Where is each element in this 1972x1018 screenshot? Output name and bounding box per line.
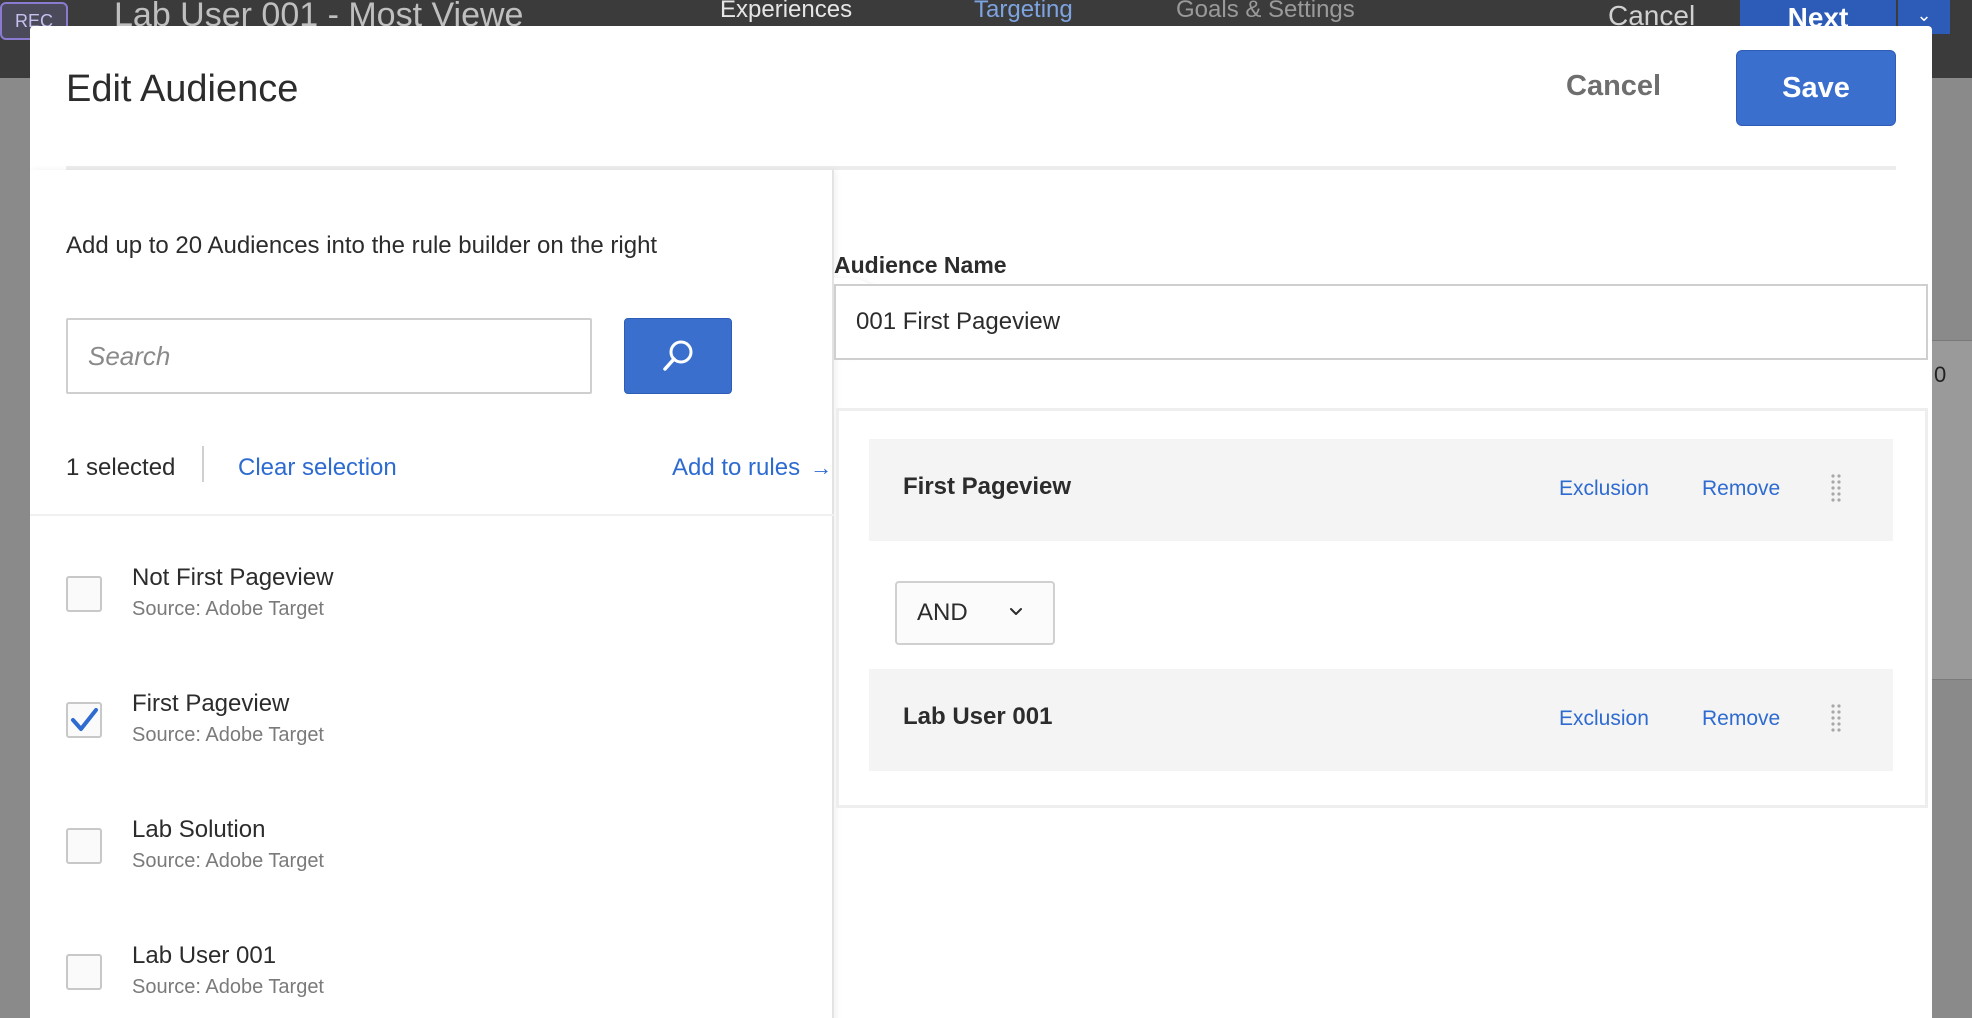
- edit-audience-modal: Edit Audience Cancel Save Add up to 20 A…: [30, 26, 1932, 1018]
- audience-list-item[interactable]: Lab Solution Source: Adobe Target: [30, 808, 834, 908]
- add-to-rules-link[interactable]: Add to rules →: [672, 454, 832, 482]
- background-edge-digit: 0: [1934, 362, 1947, 387]
- rule-card: Lab User 001 Exclusion Remove: [869, 669, 1893, 771]
- audience-source: Source: Adobe Target: [132, 850, 324, 872]
- remove-link[interactable]: Remove: [1702, 477, 1780, 501]
- rule-builder: First Pageview Exclusion Remove AND Lab …: [836, 408, 1928, 808]
- exclusion-link[interactable]: Exclusion: [1559, 477, 1649, 501]
- tab-goals-settings[interactable]: Goals & Settings: [1176, 0, 1355, 24]
- tab-targeting[interactable]: Targeting: [974, 0, 1073, 24]
- cancel-button[interactable]: Cancel: [1566, 70, 1661, 103]
- audience-name: Lab User 001: [132, 942, 277, 969]
- audience-name: Lab Solution: [132, 816, 266, 843]
- background-panel-edge: [1932, 340, 1972, 680]
- operator-select[interactable]: AND: [895, 581, 1055, 645]
- selection-divider: [202, 446, 204, 482]
- add-to-rules-label: Add to rules: [672, 454, 801, 481]
- search-icon: [663, 340, 693, 371]
- library-hint: Add up to 20 Audiences into the rule bui…: [66, 232, 658, 259]
- audience-source: Source: Adobe Target: [132, 976, 324, 998]
- rule-name: Lab User 001: [903, 703, 1053, 730]
- selected-count: 1 selected: [66, 454, 176, 481]
- rule-card: First Pageview Exclusion Remove: [869, 439, 1893, 541]
- drag-handle-icon[interactable]: [1829, 473, 1843, 505]
- selection-bar: 1 selected Clear selection Add to rules →: [30, 426, 834, 516]
- audience-list-item[interactable]: Lab User 001 Source: Adobe Target: [30, 934, 834, 1018]
- remove-link[interactable]: Remove: [1702, 707, 1780, 731]
- tab-experiences[interactable]: Experiences: [720, 0, 852, 24]
- audience-checkbox[interactable]: [66, 954, 102, 990]
- checkmark-icon: [71, 708, 98, 731]
- audience-library-panel: Add up to 20 Audiences into the rule bui…: [30, 170, 834, 1018]
- audience-source: Source: Adobe Target: [132, 724, 324, 746]
- operator-value: AND: [917, 599, 968, 626]
- audience-checkbox[interactable]: [66, 828, 102, 864]
- audience-name: First Pageview: [132, 690, 290, 717]
- save-button[interactable]: Save: [1736, 50, 1896, 126]
- modal-title: Edit Audience: [66, 68, 299, 110]
- rule-name: First Pageview: [903, 473, 1072, 500]
- clear-selection-link[interactable]: Clear selection: [238, 454, 397, 482]
- arrow-right-icon: →: [810, 455, 833, 480]
- audience-name-label: Audience Name: [834, 252, 1007, 278]
- audience-name-input[interactable]: [834, 284, 1928, 360]
- search-input[interactable]: [66, 318, 592, 394]
- audience-name: Not First Pageview: [132, 564, 334, 591]
- audience-checkbox[interactable]: [66, 576, 102, 612]
- audience-source: Source: Adobe Target: [132, 598, 324, 620]
- drag-handle-icon[interactable]: [1829, 703, 1843, 735]
- chevron-down-icon: [1010, 608, 1022, 615]
- audience-list-item[interactable]: First Pageview Source: Adobe Target: [30, 682, 834, 782]
- audience-checkbox[interactable]: [66, 702, 102, 738]
- exclusion-link[interactable]: Exclusion: [1559, 707, 1649, 731]
- search-button[interactable]: [624, 318, 732, 394]
- audience-list-item[interactable]: Not First Pageview Source: Adobe Target: [30, 556, 834, 656]
